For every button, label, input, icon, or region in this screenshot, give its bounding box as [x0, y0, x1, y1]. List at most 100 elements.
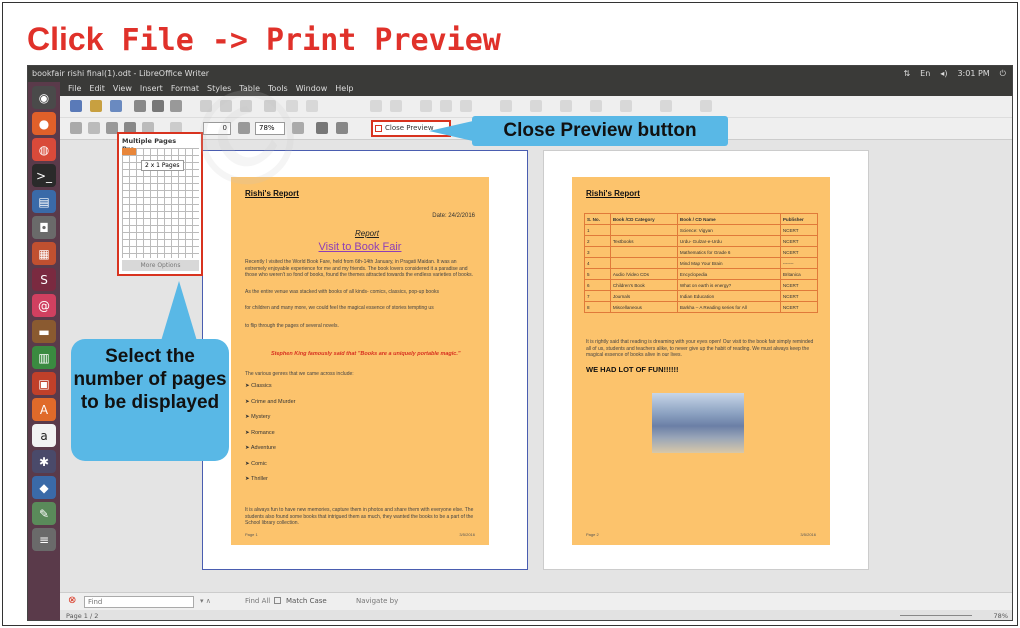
find-all-button[interactable]: Find All	[245, 597, 270, 605]
page-2-paragraph: It is rightly said that reading is dream…	[586, 339, 814, 358]
undo-icon	[286, 100, 298, 112]
find-previous-icon[interactable]: ▾ ∧	[200, 597, 211, 605]
table-cell: Textbooks	[609, 235, 678, 247]
ubuntu-home-icon[interactable]: ◉	[32, 86, 56, 109]
zoom-slider[interactable]	[900, 615, 972, 616]
insert-hyperlink-icon	[500, 100, 512, 112]
menu-format[interactable]: Format	[171, 82, 199, 96]
language-indicator[interactable]: En	[920, 66, 930, 82]
power-icon[interactable]: ⏻	[1000, 66, 1006, 82]
preview-page-1[interactable]: Rishi's Report Date: 24/2/2016 Report Vi…	[202, 150, 528, 570]
folder-icon[interactable]: ▬	[32, 320, 56, 343]
footer-page-label: Page 1	[245, 532, 258, 537]
draw-functions-icon	[700, 100, 712, 112]
table-cell	[609, 257, 678, 269]
table-row: 1 Science: Vigyan NCERT	[584, 224, 819, 236]
menu-tools[interactable]: Tools	[268, 82, 288, 96]
table-row: 8 Miscellaneous Barkha – A Reading series …	[584, 301, 819, 313]
menu-edit[interactable]: Edit	[89, 82, 105, 96]
table-row: 2 Textbooks Urdu- Gulzar-e-Urdu NCERT	[584, 235, 819, 247]
app-tool-icon[interactable]: ✎	[32, 502, 56, 525]
settings-gear-icon[interactable]: ✱	[32, 450, 56, 473]
multiple-pages-popup[interactable]: Multiple Pages Pre... 2 x 1 Pages More O…	[117, 132, 203, 276]
new-icon[interactable]	[70, 100, 82, 112]
report-label: Report	[354, 229, 379, 238]
terminal-icon[interactable]: >_	[32, 164, 56, 187]
table-cell: NCERT	[779, 290, 819, 302]
print-icon[interactable]	[152, 100, 164, 112]
find-toolbar: ⊗ Find ▾ ∧ Find All Match Case Navigate …	[60, 592, 1012, 610]
calc-icon[interactable]: ▥	[32, 346, 56, 369]
table-row: 5 Audio /Video CDs Encyclopedia Britanica	[584, 268, 819, 280]
volume-icon[interactable]: ◂)	[940, 66, 947, 82]
table-cell: 1	[584, 224, 611, 236]
menu-insert[interactable]: Insert	[140, 82, 163, 96]
amazon-icon[interactable]: a	[32, 424, 56, 447]
table-cell: 6	[584, 279, 611, 291]
impress-icon[interactable]: ▣	[32, 372, 56, 395]
paragraph-1: Recently I visited the World Book Fare, …	[245, 259, 474, 278]
open-icon[interactable]	[90, 100, 102, 112]
menu-window[interactable]: Window	[296, 82, 328, 96]
find-input[interactable]: Find	[84, 596, 194, 608]
page-number-input[interactable]: 0	[203, 122, 231, 135]
menu-table[interactable]: Table	[239, 82, 260, 96]
footer-date: 3/5/2016	[459, 532, 475, 537]
genres-intro: The various genres that we came across i…	[245, 371, 354, 377]
callout-close-preview: Close Preview button	[472, 116, 728, 146]
spelling-icon	[390, 100, 402, 112]
heading-menu-path: File -> Print Preview	[121, 23, 501, 58]
page-1-content: Rishi's Report Date: 24/2/2016 Report Vi…	[231, 177, 489, 545]
table-header: Publisher	[779, 213, 819, 225]
app-swirl-icon[interactable]: @	[32, 294, 56, 317]
trash-icon[interactable]: ≡	[32, 528, 56, 551]
table-header: S. No.	[584, 213, 611, 225]
print-icon-preview[interactable]	[316, 122, 328, 134]
box-icon[interactable]: ◆	[32, 476, 56, 499]
table-header: Book /CD Category	[609, 213, 678, 225]
menu-styles[interactable]: Styles	[207, 82, 231, 96]
list-item: ➤ Crime and Murder	[245, 398, 296, 405]
chrome-icon[interactable]: ◍	[32, 138, 56, 161]
print-preview-icon[interactable]	[170, 100, 182, 112]
menu-file[interactable]: File	[68, 82, 81, 96]
zoom-level-status[interactable]: 78%	[994, 610, 1008, 620]
table-cell: 5	[584, 268, 611, 280]
grid-selection[interactable]	[122, 148, 136, 155]
table-cell	[609, 246, 678, 258]
close-find-icon[interactable]: ⊗	[68, 595, 76, 606]
app-s-icon[interactable]: S	[32, 268, 56, 291]
export-pdf-icon[interactable]	[134, 100, 146, 112]
keyboard-icon[interactable]: ⇅	[903, 66, 910, 82]
camera-icon[interactable]: ◘	[32, 216, 56, 239]
zoom-input[interactable]: 78%	[255, 122, 285, 135]
status-bar: Page 1 / 2 78%	[60, 610, 1012, 620]
system-clock[interactable]: 3:01 PM	[957, 66, 989, 82]
match-case-checkbox[interactable]	[274, 597, 281, 604]
books-table: S. No. Book /CD Category Book / CD Name …	[584, 213, 819, 313]
zoom-icon[interactable]	[238, 122, 250, 134]
two-pages-preview-icon[interactable]	[88, 122, 100, 134]
more-options-button[interactable]: More Options	[122, 260, 199, 271]
save-icon[interactable]	[110, 100, 122, 112]
fullscreen-icon[interactable]	[336, 122, 348, 134]
firefox-icon[interactable]: ●	[32, 112, 56, 135]
menu-help[interactable]: Help	[335, 82, 353, 96]
table-row: 6 Children's Book What on earth is energy?…	[584, 279, 819, 291]
page-count-status: Page 1 / 2	[66, 612, 99, 620]
single-page-preview-icon[interactable]	[70, 122, 82, 134]
callout-select-pages: Select the number of pages to be display…	[71, 339, 229, 461]
preview-page-2[interactable]: Rishi's Report S. No. Book /CD Category …	[543, 150, 869, 570]
calendar-icon[interactable]: ▦	[32, 242, 56, 265]
zoom-in-icon[interactable]	[292, 122, 304, 134]
writer-icon[interactable]: ▤	[32, 190, 56, 213]
table-cell: 4	[584, 257, 611, 269]
menu-view[interactable]: View	[113, 82, 132, 96]
software-center-icon[interactable]: A	[32, 398, 56, 421]
table-cell: NCERT	[779, 235, 819, 247]
cut-icon	[200, 100, 212, 112]
window-title: bookfair rishi final(1).odt - LibreOffic…	[32, 69, 210, 78]
report-heading: Visit to Book Fair	[318, 241, 402, 253]
heading-word-click: Click	[27, 21, 104, 57]
navigate-by-dropdown[interactable]: Navigate by	[356, 597, 398, 605]
